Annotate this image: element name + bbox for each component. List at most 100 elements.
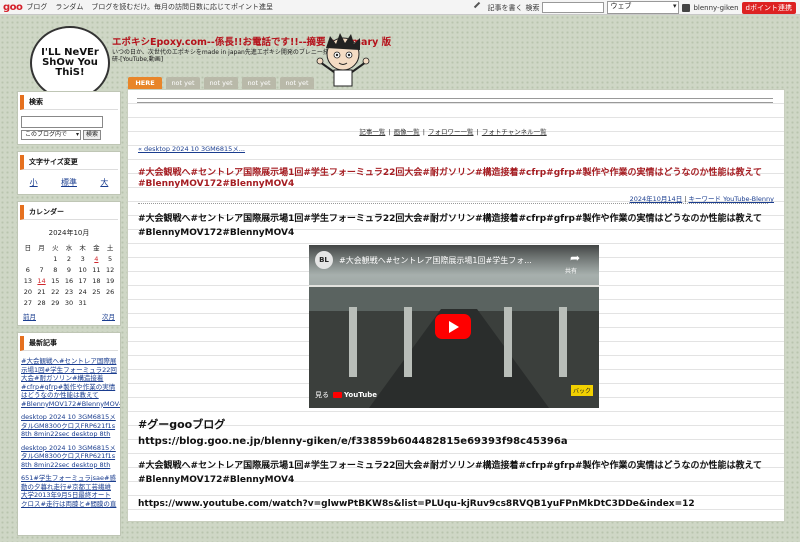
channel-avatar[interactable]: BL [315, 251, 333, 269]
youtube-url[interactable]: https://www.youtube.com/watch?v=glwwPtBK… [138, 499, 695, 509]
toolbar-link-points-promo[interactable]: ブログを読むだけ。毎月の訪問日数に応じてポイント進呈 [91, 2, 273, 12]
calendar-month: 2024年10月 [48, 229, 90, 237]
tab-here[interactable]: HERE [128, 77, 162, 89]
entry-title[interactable]: #大会観戦へ#セントレア国際展示場1回#学生フォーミュラ22回大会#耐ガソリン#… [138, 168, 768, 190]
recent-posts-heading: 最新記事 [20, 336, 118, 351]
calendar-weekday-row: 日 月 火 水 木 金 土 [21, 241, 117, 253]
calendar-day: 6 [25, 265, 30, 274]
fontsize-large-link[interactable]: 大 [100, 177, 108, 188]
entry-date-link[interactable]: 2024年10月14日 [630, 195, 683, 203]
calendar-day: 30 [64, 298, 74, 307]
all-articles-link[interactable]: 記事一覧 [359, 128, 385, 136]
calendar-prev-month-link[interactable]: 前月 [23, 311, 36, 321]
calendar-next-month-link[interactable]: 次月 [102, 311, 115, 321]
entry-divider [138, 203, 768, 204]
recent-post-link[interactable]: desktop 2024 10 3GM6815メタルGM8300クロスFRP62… [21, 413, 117, 439]
calendar-day: 20 [23, 287, 32, 296]
tab-not-yet-1[interactable]: not yet [166, 77, 200, 89]
calendar-heading: カレンダー [20, 205, 118, 220]
play-button[interactable] [435, 314, 471, 339]
search-scope-select[interactable]: このブログ内で [21, 130, 81, 140]
watch-on-label: 見る [315, 391, 329, 399]
goo-blog-url[interactable]: https://blog.goo.ne.jp/blenny-giken/e/f3… [138, 436, 568, 447]
toolbar-link-random[interactable]: ランダム [55, 2, 83, 12]
d-point-link-button[interactable]: dポイント連携 [741, 1, 796, 14]
video-title[interactable]: #大会観戦へ#セントレア国際展示場1回#学生フォ... [339, 255, 554, 266]
photo-channels-link[interactable]: フォトチャンネル一覧 [482, 128, 547, 136]
calendar-week: 27 28 29 30 31 [21, 297, 117, 308]
calendar-day: 1 [53, 254, 58, 263]
youtube-embed[interactable]: BL #大会観戦へ#セントレア国際展示場1回#学生フォ... ➦ 共有 バック … [309, 245, 599, 408]
calendar-day: 10 [78, 265, 87, 274]
calendar-day: 3 [80, 254, 85, 263]
pencil-icon[interactable] [474, 1, 486, 14]
share-icon[interactable]: ➦ [567, 252, 583, 264]
toolbar-search-input[interactable] [542, 2, 605, 13]
calendar-day: 7 [39, 265, 44, 274]
goo-toolbar: goo ブログ ランダム ブログを読むだけ。毎月の訪問日数に応じてポイント進呈 … [0, 0, 800, 15]
weekday-sun: 日 [24, 244, 32, 252]
calendar-week: 13 14 15 16 17 18 19 [21, 275, 117, 286]
calendar-day: 5 [108, 254, 113, 263]
calendar-day-linked[interactable]: 14 [35, 275, 49, 286]
body-heading: #大会観戦へ#セントレア国際展示場1回#学生フォーミュラ22回大会#耐ガソリン#… [138, 214, 763, 238]
weekday-tue: 火 [52, 244, 59, 252]
fontsize-heading: 文字サイズ変更 [20, 155, 118, 170]
calendar-day: 22 [51, 287, 60, 296]
search-widget: 検索 このブログ内で 検索 [17, 91, 121, 145]
followers-link[interactable]: フォロワー一覧 [428, 128, 474, 136]
share-label[interactable]: 共有 [565, 266, 577, 275]
fontsize-small-link[interactable]: 小 [30, 177, 38, 188]
weekday-mon: 月 [38, 244, 45, 252]
calendar-day: 13 [23, 276, 32, 285]
watch-on-youtube-button[interactable]: 見る YouTube [315, 390, 377, 400]
blog-description: いつの日か、次世代のエポキシをmade in japan先進エポキシ開発のブレニ… [112, 49, 329, 63]
calendar-day: 9 [66, 265, 72, 274]
main-content: 記事一覧 | 画像一覧 | フォロワー一覧 | フォトチャンネル一覧 « des… [127, 89, 785, 522]
previous-article-link[interactable]: « desktop 2024 10 3GM6815メ... [138, 143, 245, 153]
weekday-fri: 金 [93, 244, 100, 252]
calendar-widget: カレンダー 2024年10月 日 月 火 水 木 金 土 1 2 3 4 5 6… [17, 201, 121, 326]
recent-post-link[interactable]: 651#学生フォーミュラjsae#感動の夕暮れ走行#京都工芸繊維大学2013年9… [21, 474, 117, 508]
body-heading-repeat: #大会観戦へ#セントレア国際展示場1回#学生フォーミュラ22回大会#耐ガソリン#… [138, 461, 763, 485]
goo-blog-heading: #グーgooブログ [138, 418, 226, 431]
calendar-week: 6 7 8 9 10 11 12 [21, 264, 117, 275]
username[interactable]: blenny-giken [693, 4, 738, 12]
blog-logo[interactable]: I'LL NeVEr ShOw You ThiS! [30, 26, 110, 100]
calendar-day: 17 [78, 276, 87, 285]
fontsize-standard-link[interactable]: 標準 [61, 177, 77, 188]
recent-post-link[interactable]: #大会観戦へ#セントレア国際展示場1回#学生フォーミュラ22回大会#耐ガソリン#… [21, 357, 120, 408]
calendar-day: 31 [78, 298, 87, 307]
recent-post-link[interactable]: desktop 2024 10 3GM6815メタルGM8300クロスFRP62… [21, 444, 117, 470]
toolbar-right: 記事を書く 検索 ウェブ blenny-giken dポイント連携 [474, 1, 796, 14]
toolbar-search-scope-select[interactable]: ウェブ [607, 1, 680, 14]
calendar-day: 21 [37, 287, 46, 296]
header-rule [137, 102, 773, 103]
calendar-day: 8 [53, 265, 58, 274]
weekday-thu: 木 [79, 244, 86, 252]
calendar-day: 28 [37, 298, 46, 307]
youtube-icon [333, 392, 342, 398]
recent-posts-widget: 最新記事 #大会観戦へ#セントレア国際展示場1回#学生フォーミュラ22回大会#耐… [17, 332, 121, 536]
tab-not-yet-4[interactable]: not yet [280, 77, 314, 89]
calendar-day: 11 [92, 265, 101, 274]
search-heading: 検索 [20, 95, 118, 110]
calendar-week: 1 2 3 4 5 [21, 253, 117, 264]
tab-not-yet-2[interactable]: not yet [204, 77, 238, 89]
search-button[interactable]: 検索 [83, 130, 102, 140]
all-images-link[interactable]: 画像一覧 [394, 128, 420, 136]
mascot-illustration [316, 33, 370, 87]
video-thumbnail-pillar [349, 307, 357, 377]
entry-keyword-link[interactable]: キーワード YouTube-Blenny [689, 195, 774, 203]
calendar-day-linked[interactable]: 4 [90, 253, 104, 264]
goo-logo[interactable]: goo [3, 2, 23, 13]
calendar-day [21, 253, 35, 264]
calendar-table: 日 月 火 水 木 金 土 1 2 3 4 5 6 7 8 9 10 11 12… [21, 241, 117, 308]
blog-search-input[interactable] [21, 116, 103, 128]
toolbar-link-blog[interactable]: ブログ [26, 2, 47, 12]
write-article-link[interactable]: 記事を書く [487, 3, 522, 13]
tab-not-yet-3[interactable]: not yet [242, 77, 276, 89]
calendar-day: 18 [92, 276, 101, 285]
video-thumbnail-pillar [559, 307, 567, 377]
header-rule [137, 98, 773, 99]
